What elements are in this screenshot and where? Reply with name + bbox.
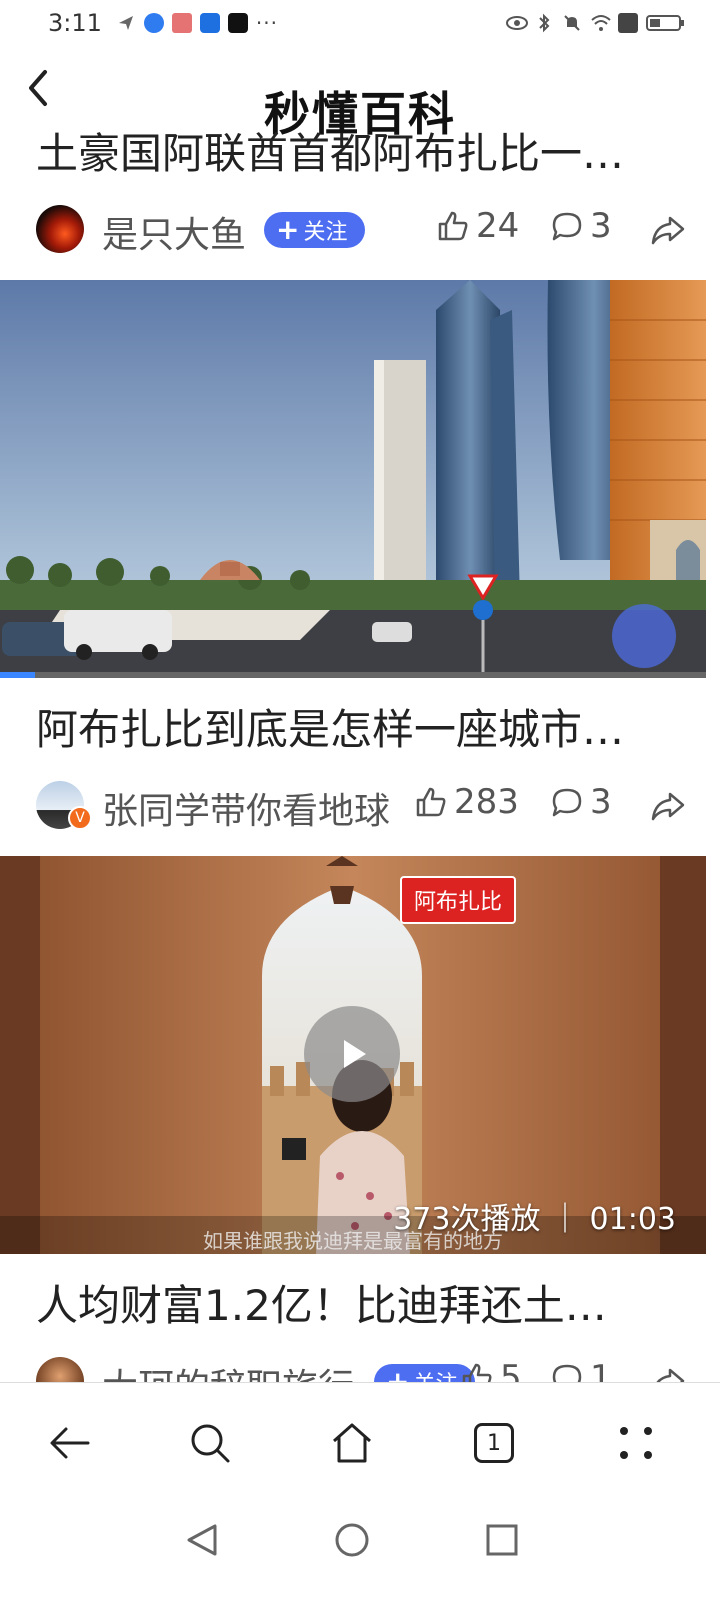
card-title[interactable]: 人均财富1.2亿！比迪拜还土…	[36, 1278, 686, 1334]
tabs-icon: 1	[474, 1423, 514, 1463]
wifi-icon	[590, 13, 611, 33]
home-icon	[333, 1423, 371, 1463]
play-icon	[344, 1040, 366, 1068]
triangle-back-icon	[187, 1524, 217, 1556]
share-icon	[651, 792, 685, 821]
nav-home-button[interactable]	[322, 1413, 382, 1473]
author-name[interactable]: 大珂的辞职旅行	[102, 1358, 354, 1382]
like-count: 24	[476, 206, 520, 246]
bulb-icon	[199, 13, 220, 33]
comment-button[interactable]: 3	[550, 206, 612, 246]
eye-icon	[506, 13, 528, 33]
comment-count: 3	[590, 782, 612, 822]
tab-count: 1	[487, 1430, 501, 1456]
nav-search-button[interactable]	[180, 1413, 240, 1473]
like-button[interactable]: 24	[436, 206, 519, 246]
like-count: 283	[454, 782, 519, 822]
play-button[interactable]	[304, 1006, 400, 1102]
video-subtitle: 如果谁跟我说迪拜是最富有的地方	[203, 1229, 503, 1253]
bluetooth-icon	[534, 13, 554, 33]
circle-home-icon	[335, 1523, 369, 1557]
like-button[interactable]: 283	[414, 782, 519, 822]
avatar[interactable]	[36, 1357, 84, 1382]
system-icons	[506, 13, 686, 33]
like-button[interactable]: 5	[460, 1358, 522, 1382]
gift-icon	[171, 13, 192, 33]
browser-bottom-nav: 1	[0, 1382, 720, 1502]
comment-icon	[552, 212, 582, 241]
page-header: 秒懂百科	[0, 56, 720, 141]
square-recents-icon	[486, 1524, 518, 1556]
nav-tabs-button[interactable]: 1	[464, 1413, 524, 1473]
system-back-button[interactable]	[172, 1510, 232, 1570]
follow-label: 关注	[303, 220, 348, 245]
card-title[interactable]: 土豪国阿联酋首都阿布扎比一…	[36, 126, 686, 182]
avatar[interactable]	[36, 205, 84, 253]
nav-back-button[interactable]	[40, 1413, 100, 1473]
status-bar: 3:11 ···	[0, 0, 720, 46]
mute-icon	[562, 13, 582, 33]
share-icon	[651, 216, 685, 245]
follow-button[interactable]: + 关注	[264, 212, 366, 248]
comment-button[interactable]: 3	[550, 782, 612, 822]
plus-icon: +	[386, 1365, 410, 1383]
like-count: 5	[500, 1358, 522, 1382]
video-progress-fill	[0, 672, 36, 678]
more-notifications: ···	[255, 11, 278, 35]
notification-icons: ···	[116, 11, 278, 35]
thumbs-up-icon	[438, 211, 468, 241]
system-home-button[interactable]	[322, 1510, 382, 1570]
send-icon	[116, 13, 136, 33]
plus-icon: +	[276, 213, 300, 246]
video-thumbnail[interactable]: 阿布扎比 373次播放 ｜ 01:03 如果谁跟我说迪拜是最富有的地方	[0, 856, 706, 1254]
card-title[interactable]: 阿布扎比到底是怎样一座城市…	[36, 702, 686, 758]
author-name[interactable]: 张同学带你看地球	[102, 782, 390, 834]
share-button[interactable]	[650, 788, 686, 824]
system-nav-bar	[0, 1500, 720, 1600]
thumbs-up-icon	[462, 1363, 492, 1382]
video-thumbnail[interactable]	[0, 280, 706, 678]
video-progress-bar[interactable]	[0, 672, 706, 678]
system-recents-button[interactable]	[472, 1510, 532, 1570]
arrow-left-icon	[50, 1427, 90, 1459]
comment-count: 1	[590, 1358, 612, 1382]
city-skyline-image	[0, 280, 706, 678]
share-icon	[656, 1368, 685, 1382]
comment-count: 3	[590, 206, 612, 246]
thumbs-up-icon	[416, 787, 446, 817]
battery-icon	[646, 13, 686, 33]
search-icon	[191, 1424, 230, 1463]
card-meta: V 张同学带你看地球 283 3	[36, 778, 686, 832]
card-meta: 是只大鱼 + 关注 24 3	[36, 202, 686, 256]
comment-icon	[552, 1364, 582, 1382]
alert-icon	[618, 13, 638, 33]
author-name[interactable]: 是只大鱼	[102, 206, 246, 258]
share-button[interactable]	[650, 212, 686, 248]
card-meta: 大珂的辞职旅行 + 关注 5 1	[36, 1354, 686, 1382]
share-button[interactable]	[650, 1364, 686, 1382]
nav-menu-button[interactable]	[606, 1413, 666, 1473]
comment-button[interactable]: 1	[550, 1358, 612, 1382]
browser-icon	[143, 13, 164, 33]
follow-label: 关注	[413, 1366, 457, 1382]
menu-dots-icon	[620, 1427, 652, 1459]
status-time: 3:11	[48, 9, 102, 37]
tiktok-icon	[227, 13, 248, 33]
comment-icon	[552, 788, 582, 817]
location-sign: 阿布扎比	[400, 876, 517, 924]
verified-badge: V	[68, 806, 92, 830]
